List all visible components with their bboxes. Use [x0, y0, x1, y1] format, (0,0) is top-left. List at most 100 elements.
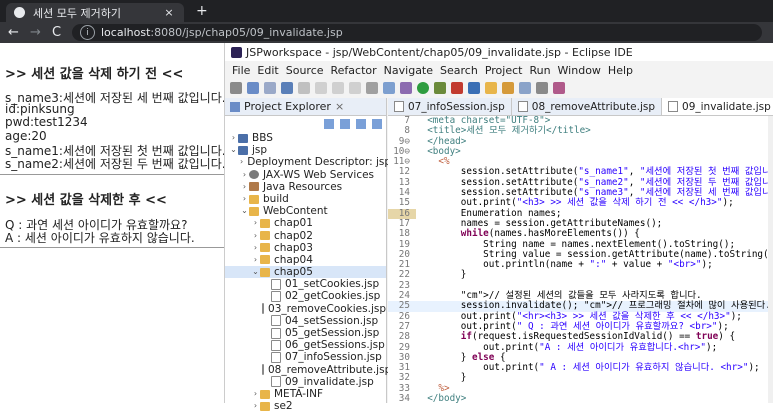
menu-edit[interactable]: Edit	[257, 64, 278, 77]
explorer-close-icon[interactable]: ×	[335, 100, 344, 113]
tree-item-label: 05_getSession.jsp	[285, 327, 380, 339]
collapse-all-icon[interactable]	[324, 119, 334, 129]
tree-item[interactable]: ⌄ WebContent	[225, 205, 386, 217]
tree-item[interactable]: › META-INF	[225, 388, 386, 400]
tree-item[interactable]: 04_setSession.jsp	[225, 315, 386, 327]
reload-button[interactable]: C	[52, 25, 61, 40]
menu-window[interactable]: Window	[558, 64, 601, 77]
chevron-icon[interactable]: ›	[251, 230, 260, 242]
resume-icon[interactable]	[315, 82, 327, 94]
tree-item[interactable]: › build	[225, 193, 386, 205]
tree-item[interactable]: 05_getSession.jsp	[225, 327, 386, 339]
chevron-icon[interactable]: ›	[251, 388, 260, 400]
chevron-icon[interactable]: ⌄	[251, 266, 260, 278]
project-tree: › BBS ⌄ jsp › Deployment Descriptor: jsp › JAX-…	[225, 132, 391, 412]
tree-item[interactable]: › Deployment Descriptor: jsp	[225, 156, 391, 168]
view-menu-icon[interactable]	[372, 119, 382, 129]
browser-tabbar: 세션 모두 제거하기 × +	[0, 0, 773, 22]
tree-item[interactable]: › se2	[225, 400, 386, 412]
chevron-icon[interactable]: ›	[251, 254, 260, 266]
folder-icon	[260, 231, 270, 241]
tree-item[interactable]: 09_invalidate.jsp	[225, 376, 386, 388]
chevron-icon[interactable]: ›	[240, 181, 249, 193]
address-bar[interactable]: i localhost :8080/jsp/chap05/09_invalida…	[72, 24, 762, 41]
external-tools-icon[interactable]	[451, 82, 463, 94]
info-icon[interactable]: i	[80, 25, 95, 40]
server-icon[interactable]	[281, 82, 293, 94]
tree-item[interactable]: › chap02	[225, 230, 386, 242]
tree-item[interactable]: 08_removeAttribute.jsp	[225, 364, 391, 376]
annotation-icon[interactable]	[519, 82, 531, 94]
editor-tab[interactable]: 07_infoSession.jsp	[388, 98, 512, 115]
code-line[interactable]: 34 </body>	[388, 393, 773, 403]
search-icon[interactable]	[502, 82, 514, 94]
new-tab-button[interactable]: +	[196, 3, 208, 19]
tree-item[interactable]: 02_getCookies.jsp	[225, 290, 386, 302]
tree-item[interactable]: › chap01	[225, 217, 386, 229]
explorer-header: Project Explorer ×	[225, 98, 386, 116]
new-java-project-icon[interactable]	[468, 82, 480, 94]
chevron-icon[interactable]: ›	[240, 156, 243, 168]
ide-titlebar: JSPworkspace - jsp/WebContent/chap05/09_…	[225, 43, 773, 61]
editor-tab[interactable]: 08_removeAttribute.jsp	[512, 98, 663, 115]
menu-run[interactable]: Run	[529, 64, 550, 77]
filter-icon[interactable]	[356, 119, 366, 129]
editor-scrollbar[interactable]	[768, 116, 773, 403]
chevron-icon[interactable]: ⌄	[229, 144, 238, 156]
format-icon[interactable]	[383, 82, 395, 94]
menu-search[interactable]: Search	[440, 64, 478, 77]
chevron-icon[interactable]: ›	[240, 169, 249, 181]
file-icon	[271, 327, 281, 339]
tree-item-label: 03_removeCookies.jsp	[268, 302, 386, 315]
menu-source[interactable]: Source	[286, 64, 324, 77]
menu-refactor[interactable]: Refactor	[331, 64, 377, 77]
menu-project[interactable]: Project	[485, 64, 523, 77]
forward-button[interactable]: →	[30, 25, 41, 40]
save-all-icon[interactable]	[264, 82, 276, 94]
step-icon[interactable]	[366, 82, 378, 94]
terminate-icon[interactable]	[349, 82, 361, 94]
menu-navigate[interactable]: Navigate	[384, 64, 433, 77]
code-line[interactable]: 22 }	[388, 270, 773, 281]
explorer-title[interactable]: Project Explorer	[244, 100, 331, 113]
folder-icon	[260, 267, 270, 277]
editor-tab[interactable]: 09_invalidate.jsp×	[662, 98, 773, 115]
save-icon[interactable]	[247, 82, 259, 94]
tree-item[interactable]: › JAX-WS Web Services	[225, 169, 386, 181]
suspend-icon[interactable]	[332, 82, 344, 94]
chevron-icon[interactable]: ›	[229, 132, 238, 144]
tree-item[interactable]: ⌄ chap05	[225, 266, 386, 279]
code-area[interactable]: 7 <meta charset="UTF-8"> 8 <title>세션 모두 제…	[388, 116, 773, 403]
new-icon[interactable]	[230, 82, 242, 94]
link-editor-icon[interactable]	[340, 119, 350, 129]
tree-item[interactable]: 06_getSessions.jsp	[225, 339, 386, 351]
last-edit-icon[interactable]	[553, 82, 565, 94]
chevron-icon[interactable]: ›	[251, 400, 260, 412]
debug-icon[interactable]	[400, 82, 412, 94]
tree-item[interactable]: 07_infoSession.jsp	[225, 351, 386, 363]
tree-item[interactable]: › BBS	[225, 132, 386, 144]
tree-item[interactable]: › chap03	[225, 242, 386, 254]
tree-item[interactable]: 01_setCookies.jsp	[225, 278, 386, 290]
tree-item[interactable]: 03_removeCookies.jsp	[225, 303, 386, 315]
file-icon	[271, 315, 281, 327]
chevron-icon[interactable]: ⌄	[240, 205, 249, 217]
menu-file[interactable]: File	[232, 64, 250, 77]
editor-tab-label: 08_removeAttribute.jsp	[531, 100, 656, 113]
skip-icon[interactable]	[298, 82, 310, 94]
coverage-icon[interactable]	[434, 82, 446, 94]
browser-tab[interactable]: 세션 모두 제거하기 ×	[6, 3, 184, 22]
chevron-icon[interactable]: ›	[251, 242, 260, 254]
back-button[interactable]: ←	[8, 25, 19, 40]
run-icon[interactable]	[417, 82, 429, 94]
tab-close-icon[interactable]: ×	[162, 6, 176, 19]
proj-icon	[238, 145, 248, 155]
tree-item[interactable]: ⌄ jsp	[225, 144, 386, 156]
tree-item[interactable]: › Java Resources	[225, 181, 386, 193]
navigate-icon[interactable]	[536, 82, 548, 94]
chevron-icon[interactable]: ›	[240, 193, 249, 205]
menu-help[interactable]: Help	[608, 64, 633, 77]
open-type-icon[interactable]	[485, 82, 497, 94]
chevron-icon[interactable]: ›	[251, 217, 260, 229]
tree-item[interactable]: › chap04	[225, 254, 386, 266]
